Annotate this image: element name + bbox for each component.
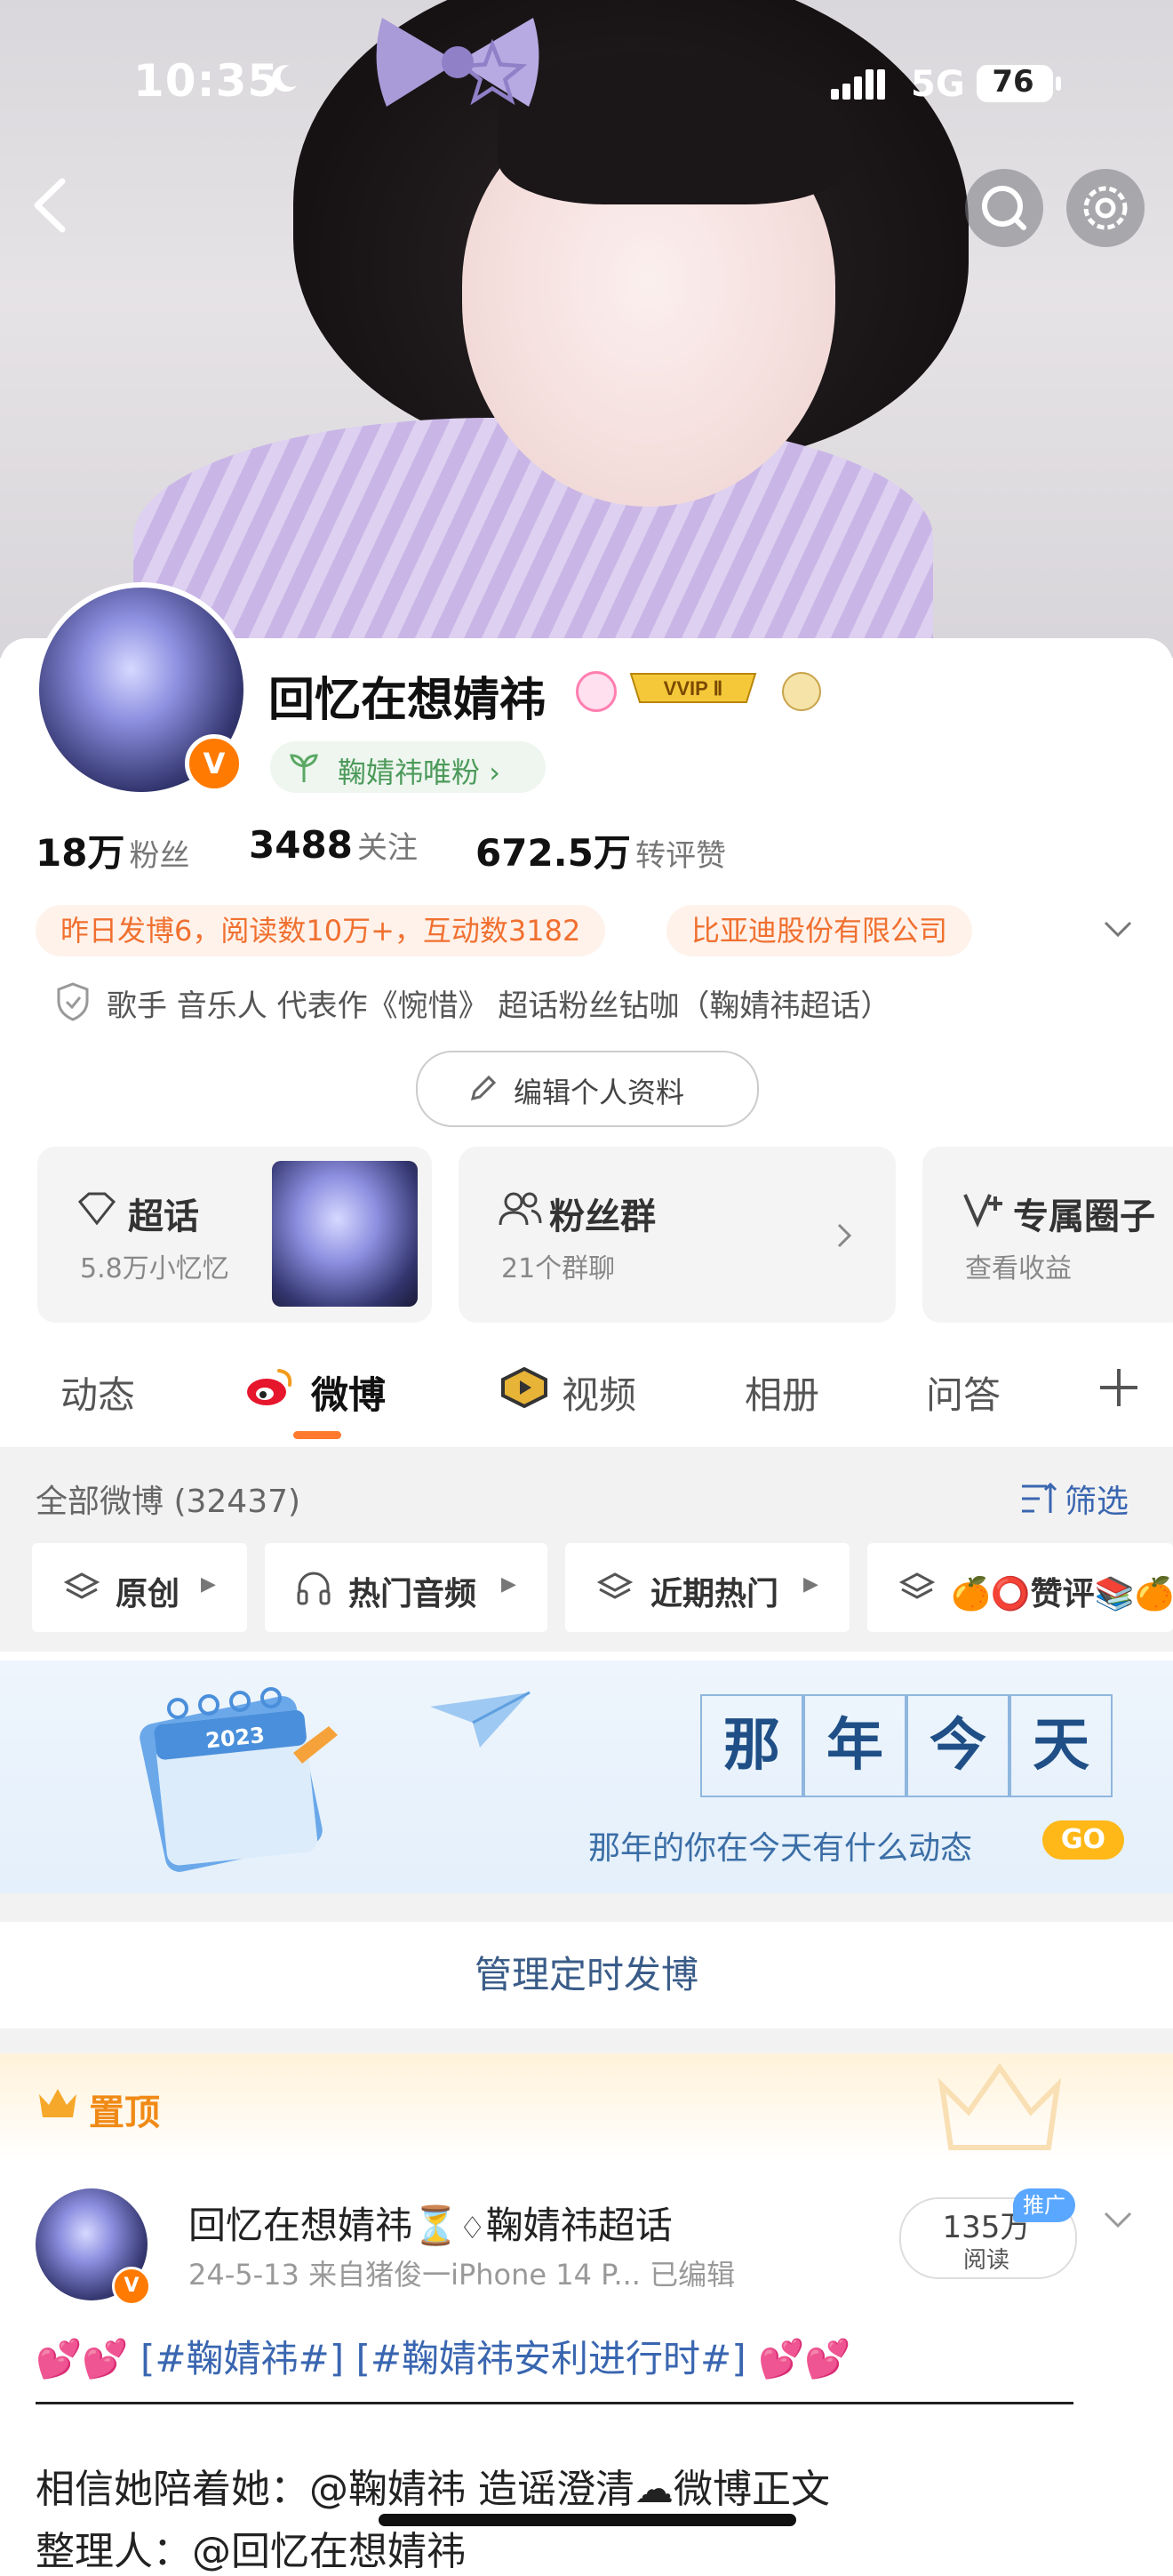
- filter-button[interactable]: 筛选: [1065, 1476, 1129, 1522]
- post-author[interactable]: 回忆在想婧祎⏳♢鞠婧祎超话: [188, 2196, 673, 2250]
- pinned-label: 置顶: [89, 2092, 160, 2133]
- post-meta: 24-5-13 来自猪俊一iPhone 14 P... 已编辑: [188, 2258, 736, 2292]
- paper-plane-icon: [430, 1691, 531, 1748]
- profile-name: 回忆在想婧祎: [268, 674, 547, 727]
- filter-icon: [1022, 1482, 1057, 1513]
- calendar-icon: 2023: [140, 1687, 338, 1872]
- chevron-down-icon[interactable]: [1100, 916, 1136, 942]
- pencil-icon: [470, 1075, 497, 1101]
- banner-char: 今: [906, 1694, 1009, 1797]
- post-hashtags[interactable]: 💕💕 [#鞠婧祎#] [#鞠婧祎安利进行时#] 💕💕: [36, 2329, 851, 2383]
- signal-icon: [831, 69, 885, 100]
- tab-album[interactable]: 相册: [745, 1365, 819, 1420]
- headphones-icon: [297, 1572, 331, 1605]
- reads-label: 阅读: [962, 2247, 1009, 2274]
- diamond-icon: [77, 1192, 116, 1226]
- fan-badge-label: 鞠婧祎唯粉 ›: [338, 756, 500, 789]
- layers-icon: [597, 1572, 633, 1599]
- diamond-icon: ♢: [459, 2211, 486, 2246]
- bow-icon: [376, 18, 539, 107]
- promote-badge[interactable]: 推广: [1013, 2188, 1075, 2222]
- feature-title: 专属圈子: [1013, 1196, 1155, 1237]
- feature-subtitle: 查看收益: [965, 1253, 1072, 1284]
- tab-weibo[interactable]: 微博: [311, 1365, 386, 1420]
- settings-button[interactable]: [1066, 169, 1145, 247]
- sprout-icon: [290, 754, 318, 782]
- crown-watermark-icon: [938, 2062, 1062, 2150]
- vvip-badge[interactable]: VVIP Ⅱ: [622, 667, 764, 709]
- tab-qa[interactable]: 问答: [926, 1365, 1001, 1420]
- weibo-logo-icon: [247, 1369, 292, 1405]
- layers-icon: [64, 1572, 100, 1599]
- verified-badge-icon: V: [112, 2267, 151, 2306]
- lock-badge-icon[interactable]: [782, 672, 821, 711]
- chip-label: 近期热门: [650, 1576, 779, 1612]
- caret-right-icon: ▶: [501, 1573, 516, 1596]
- group-icon: [499, 1192, 542, 1226]
- post-text-line: 整理人：@回忆在想婧祎: [36, 2529, 466, 2574]
- moon-icon: [272, 65, 297, 92]
- go-button[interactable]: GO: [1042, 1820, 1124, 1860]
- stat-followers[interactable]: 18万 粉丝: [36, 823, 190, 877]
- layers-icon: [899, 1572, 935, 1599]
- search-button[interactable]: [965, 169, 1043, 247]
- hourglass-icon: ⏳: [412, 2204, 459, 2247]
- banner-char: 天: [1009, 1694, 1113, 1797]
- shield-icon: [57, 982, 89, 1021]
- battery-level: 76: [992, 64, 1034, 100]
- tab-dynamics[interactable]: 动态: [60, 1365, 135, 1420]
- section-divider: [0, 2028, 1173, 2053]
- banner-subtitle: 那年的你在今天有什么动态: [588, 1830, 973, 1867]
- caret-right-icon: ▶: [803, 1573, 818, 1596]
- plus-icon[interactable]: [1097, 1365, 1141, 1410]
- active-tab-indicator: [293, 1431, 341, 1439]
- post-count-title: 全部微博 (32437): [36, 1484, 301, 1520]
- edit-profile-label: 编辑个人资料: [514, 1076, 685, 1109]
- caret-right-icon: ▶: [201, 1573, 216, 1596]
- vvip-label: VVIP Ⅱ: [664, 677, 723, 700]
- post-divider-line: [36, 2402, 1073, 2404]
- stat-following[interactable]: 3488 关注: [249, 823, 418, 867]
- feature-card-fan-group[interactable]: [459, 1147, 896, 1323]
- feature-subtitle: 21个群聊: [501, 1253, 616, 1284]
- chip-label: 热门音频: [348, 1576, 477, 1612]
- tab-video[interactable]: 视频: [562, 1365, 636, 1420]
- status-time: 10:35: [133, 55, 280, 107]
- chevron-right-icon: [837, 1223, 852, 1248]
- feature-subtitle: 5.8万小忆忆: [80, 1253, 229, 1284]
- supertopic-thumbnail: [272, 1161, 418, 1307]
- banner-char: 年: [803, 1694, 906, 1797]
- feature-title: 超话: [128, 1196, 199, 1237]
- back-arrow-icon[interactable]: [25, 174, 75, 236]
- search-icon: [982, 186, 1026, 230]
- fan-level-badge-icon[interactable]: [576, 671, 617, 712]
- profile-bio: 歌手 音乐人 代表作《惋惜》 超话粉丝钻咖（鞠婧祎超话）: [107, 988, 891, 1024]
- home-indicator[interactable]: [379, 2514, 796, 2526]
- v-plus-icon: [963, 1194, 1002, 1228]
- section-divider: [0, 1893, 1173, 1922]
- stat-interactions[interactable]: 672.5万 转评赞: [475, 823, 726, 877]
- gear-icon: [1083, 186, 1128, 230]
- video-hexagon-icon: [501, 1367, 547, 1408]
- company-tag[interactable]: 比亚迪股份有限公司: [666, 905, 973, 956]
- crown-icon: [39, 2089, 76, 2117]
- manage-scheduled-posts-button[interactable]: 管理定时发博: [0, 1922, 1173, 2028]
- post-text-line: 相信她陪着她：@鞠婧祎 造谣澄清☁微博正文: [36, 2467, 830, 2512]
- network-type: 5G: [911, 64, 965, 105]
- verified-badge-icon: V: [185, 734, 243, 793]
- activity-tag[interactable]: 昨日发博6，阅读数10万+，互动数3182: [36, 905, 606, 956]
- chip-label: 🍊⭕赞评📚🍊: [951, 1576, 1173, 1612]
- banner-char: 那: [700, 1694, 803, 1797]
- chevron-down-icon[interactable]: [1100, 2206, 1136, 2233]
- post-topic[interactable]: 鞠婧祎超话: [486, 2204, 673, 2247]
- chip-label: 原创: [116, 1576, 180, 1612]
- feature-title: 粉丝群: [549, 1196, 656, 1237]
